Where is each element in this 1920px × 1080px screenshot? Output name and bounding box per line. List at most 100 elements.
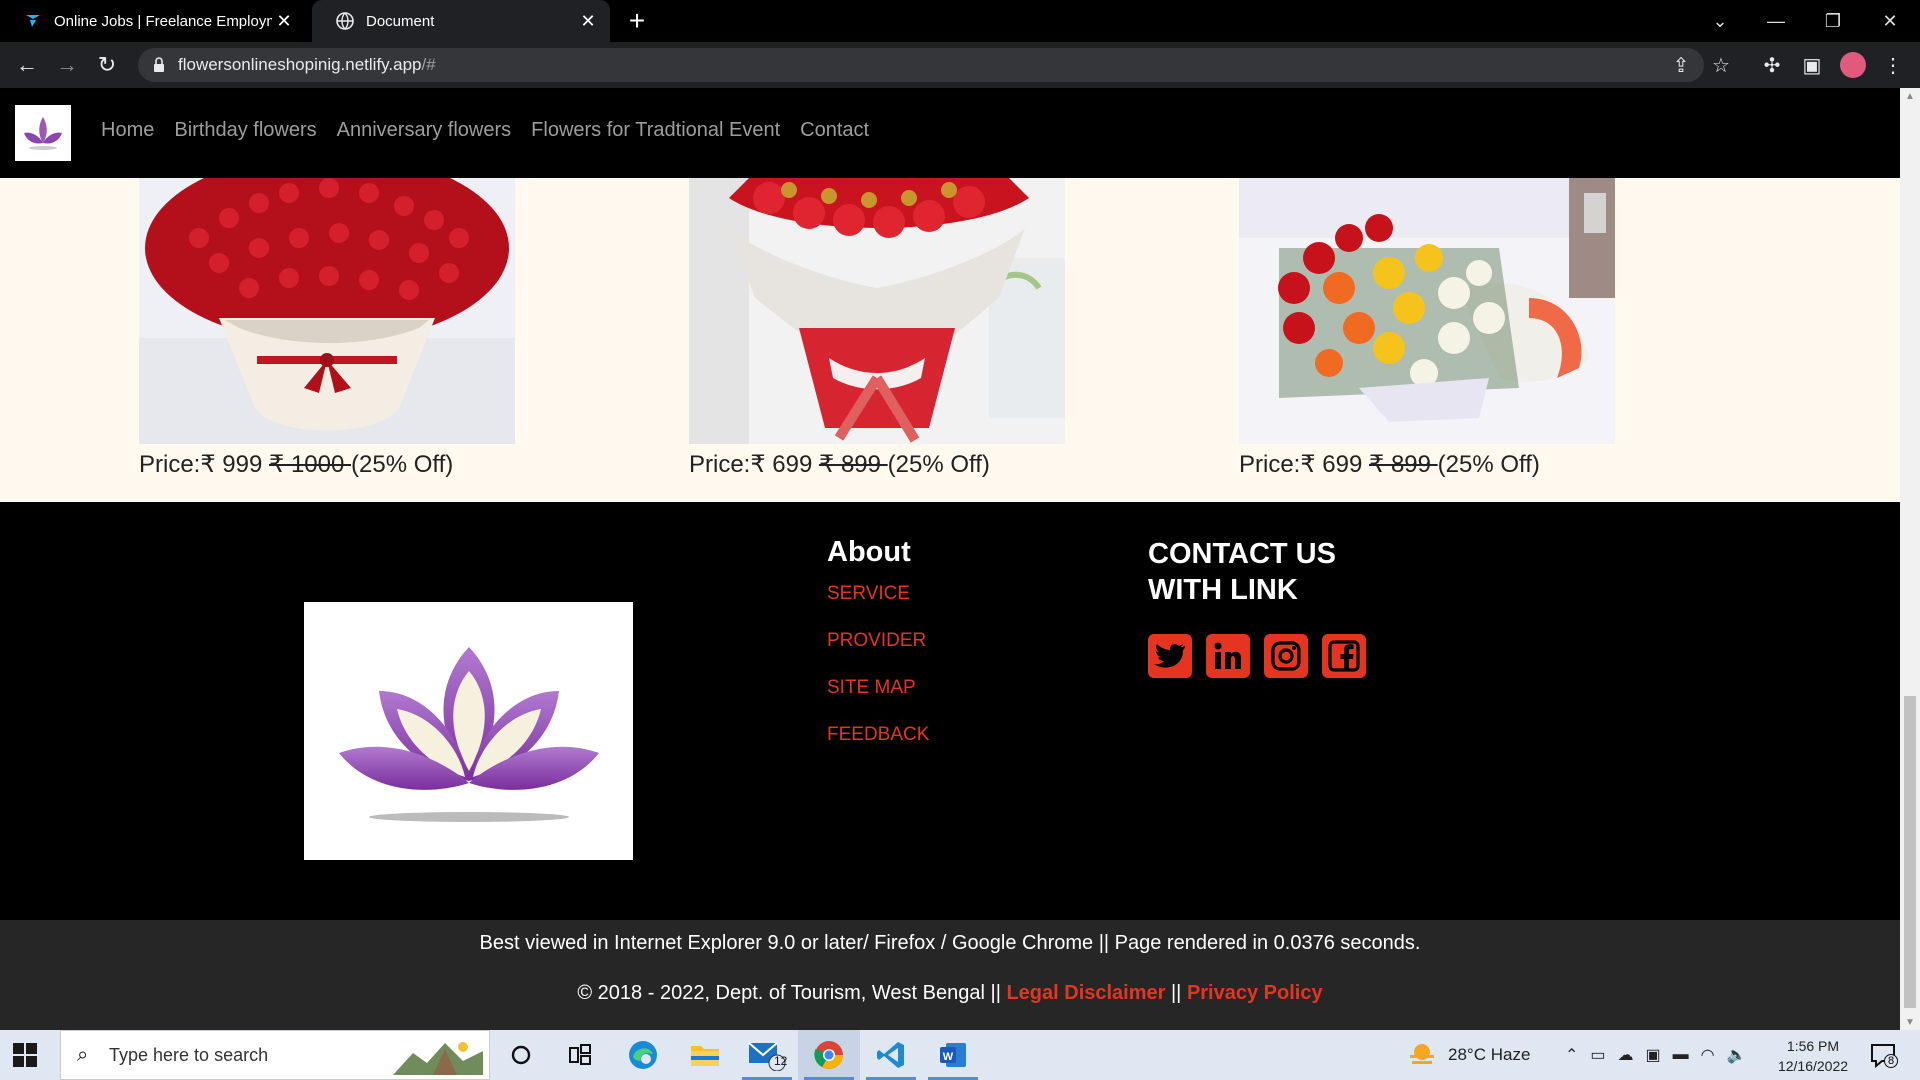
windows-taskbar: ⌕ Type here to search 12 W 28°C Haze ⌃ ▭… bbox=[0, 1030, 1920, 1080]
windows-start-icon[interactable] bbox=[12, 1042, 38, 1068]
product-price: Price:₹ 699 ₹ 899 (25% Off) bbox=[1239, 451, 1540, 478]
edge-browser-icon[interactable] bbox=[612, 1030, 674, 1080]
freelancer-favicon-icon bbox=[24, 12, 42, 30]
extensions-puzzle-icon[interactable]: ✣ bbox=[1757, 50, 1787, 80]
url-text: flowersonlineshopinig.netlify.app/# bbox=[178, 55, 436, 74]
task-view-icon[interactable] bbox=[549, 1030, 611, 1080]
close-icon[interactable]: ✕ bbox=[576, 9, 600, 33]
globe-icon bbox=[336, 12, 354, 30]
footer-lotus-logo-icon bbox=[304, 602, 633, 860]
address-bar[interactable]: flowersonlineshopinig.netlify.app/# bbox=[138, 48, 1704, 82]
new-tab-plus-icon[interactable]: + bbox=[622, 5, 652, 36]
tab-online-jobs[interactable]: Online Jobs | Freelance Employm ✕ bbox=[0, 0, 306, 42]
mixed-roses-bouquet-image[interactable] bbox=[1239, 178, 1615, 444]
onedrive-cloud-icon[interactable]: ☁ bbox=[1618, 1045, 1634, 1065]
roses-chocolates-bouquet-image[interactable] bbox=[689, 178, 1065, 444]
window-close-icon[interactable]: ✕ bbox=[1862, 0, 1918, 42]
battery-icon[interactable]: ▬ bbox=[1673, 1046, 1689, 1064]
nav-home[interactable]: Home bbox=[101, 119, 154, 142]
product-list: Price:₹ 999 ₹ 1000 (25% Off) Price:₹ 699… bbox=[0, 178, 1900, 502]
instagram-icon[interactable] bbox=[1264, 634, 1308, 678]
footer-about: About SERVICE PROVIDER SITE MAP FEEDBACK bbox=[827, 536, 929, 771]
menu-kebab-icon[interactable]: ⋮ bbox=[1878, 50, 1908, 80]
wifi-icon[interactable]: ◠ bbox=[1701, 1045, 1715, 1065]
about-heading: About bbox=[827, 536, 911, 568]
site-logo-lotus-icon[interactable] bbox=[15, 105, 71, 161]
forward-arrow-icon[interactable]: → bbox=[52, 50, 82, 80]
vscode-icon[interactable] bbox=[860, 1030, 922, 1080]
file-explorer-icon[interactable] bbox=[674, 1030, 736, 1080]
clock-date: 12/16/2022 bbox=[1777, 1058, 1849, 1074]
product-card[interactable]: Price:₹ 999 ₹ 1000 (25% Off) bbox=[139, 178, 515, 479]
taskbar-search-input[interactable]: ⌕ Type here to search bbox=[60, 1030, 490, 1080]
browser-note: Best viewed in Internet Explorer 9.0 or … bbox=[479, 932, 1421, 954]
search-icon: ⌕ bbox=[77, 1044, 89, 1066]
bookmark-star-icon[interactable]: ☆ bbox=[1706, 50, 1736, 80]
reload-icon[interactable]: ↻ bbox=[92, 50, 122, 80]
mail-icon[interactable]: 12 bbox=[736, 1030, 798, 1080]
product-card[interactable]: Price:₹ 699 ₹ 899 (25% Off) bbox=[689, 178, 1065, 479]
linkedin-icon[interactable] bbox=[1206, 634, 1250, 678]
site-navbar: Home Birthday flowers Anniversary flower… bbox=[0, 88, 1900, 178]
privacy-policy-link[interactable]: Privacy Policy bbox=[1187, 982, 1323, 1004]
svg-text:W: W bbox=[943, 1051, 954, 1063]
product-card[interactable]: Price:₹ 699 ₹ 899 (25% Off) bbox=[1239, 178, 1615, 479]
browser-tab-strip: Online Jobs | Freelance Employm ✕ Docume… bbox=[0, 0, 1920, 42]
search-placeholder: Type here to search bbox=[109, 1045, 269, 1065]
chrome-icon[interactable] bbox=[798, 1030, 860, 1080]
cortana-circle-icon[interactable] bbox=[490, 1030, 552, 1080]
tab-search-chevron-icon[interactable]: ⌄ bbox=[1692, 0, 1748, 42]
search-highlight-image bbox=[393, 1037, 483, 1075]
scrollbar-thumb[interactable] bbox=[1904, 696, 1916, 1008]
nav-birthday-flowers[interactable]: Birthday flowers bbox=[174, 119, 316, 142]
tab-title: Document bbox=[366, 12, 435, 30]
system-tray: ⌃ ▭ ☁ ▣ ▬ ◠ 🔈 bbox=[1565, 1030, 1747, 1080]
display-icon[interactable]: ▣ bbox=[1646, 1045, 1661, 1065]
minimize-icon[interactable]: — bbox=[1748, 0, 1804, 42]
twitter-icon[interactable] bbox=[1148, 634, 1192, 678]
share-icon[interactable]: ⇪ bbox=[1666, 50, 1696, 80]
footer-link-feedback[interactable]: FEEDBACK bbox=[827, 724, 929, 746]
haze-sun-icon bbox=[1410, 1044, 1434, 1064]
scroll-up-icon[interactable]: ▲ bbox=[1900, 88, 1920, 104]
page-scrollbar[interactable]: ▲ ▼ bbox=[1900, 88, 1920, 1030]
notification-count: 8 bbox=[1884, 1054, 1898, 1068]
footer-link-service[interactable]: SERVICE bbox=[827, 583, 929, 605]
copyright-line: © 2018 - 2022, Dept. of Tourism, West Be… bbox=[577, 982, 1323, 1004]
weather-text: 28°C Haze bbox=[1448, 1045, 1531, 1064]
tray-overflow-chevron-icon[interactable]: ⌃ bbox=[1565, 1045, 1578, 1065]
page-viewport: Home Birthday flowers Anniversary flower… bbox=[0, 88, 1920, 1030]
social-links bbox=[1148, 634, 1366, 678]
back-arrow-icon[interactable]: ← bbox=[12, 50, 42, 80]
taskbar-clock[interactable]: 1:56 PM 12/16/2022 bbox=[1770, 1036, 1856, 1076]
nav-anniversary-flowers[interactable]: Anniversary flowers bbox=[337, 119, 512, 142]
footer-contact: CONTACT US WITH LINK bbox=[1148, 536, 1366, 678]
product-price: Price:₹ 699 ₹ 899 (25% Off) bbox=[689, 451, 990, 478]
nav-contact[interactable]: Contact bbox=[800, 119, 869, 142]
footer-bottom-bar: Best viewed in Internet Explorer 9.0 or … bbox=[0, 920, 1900, 1030]
contact-heading: CONTACT US WITH LINK bbox=[1148, 538, 1336, 606]
volume-icon[interactable]: 🔈 bbox=[1727, 1045, 1747, 1065]
weather-widget[interactable]: 28°C Haze bbox=[1408, 1030, 1530, 1080]
tab-title: Online Jobs | Freelance Employm bbox=[54, 12, 272, 30]
site-footer: About SERVICE PROVIDER SITE MAP FEEDBACK… bbox=[0, 502, 1900, 920]
profile-avatar[interactable] bbox=[1840, 52, 1866, 78]
meet-now-icon[interactable]: ▭ bbox=[1590, 1045, 1605, 1065]
nav-links: Home Birthday flowers Anniversary flower… bbox=[101, 119, 869, 142]
restore-icon[interactable]: ❐ bbox=[1805, 0, 1861, 42]
side-panel-icon[interactable]: ▣ bbox=[1797, 50, 1827, 80]
mail-badge: 12 bbox=[774, 1054, 788, 1068]
word-icon[interactable]: W bbox=[922, 1030, 984, 1080]
footer-link-provider[interactable]: PROVIDER bbox=[827, 630, 929, 652]
close-icon[interactable]: ✕ bbox=[272, 9, 296, 33]
nav-traditional-event[interactable]: Flowers for Tradtional Event bbox=[531, 119, 780, 142]
footer-link-site-map[interactable]: SITE MAP bbox=[827, 677, 929, 699]
clock-time: 1:56 PM bbox=[1786, 1038, 1840, 1054]
facebook-icon[interactable] bbox=[1322, 634, 1366, 678]
scroll-down-icon[interactable]: ▼ bbox=[1900, 1014, 1920, 1030]
tab-document[interactable]: Document ✕ bbox=[312, 0, 610, 42]
notification-center-icon[interactable]: 8 bbox=[1870, 1042, 1898, 1069]
legal-disclaimer-link[interactable]: Legal Disclaimer bbox=[1006, 982, 1165, 1004]
browser-toolbar: ← → ↻ flowersonlineshopinig.netlify.app/… bbox=[0, 42, 1920, 88]
red-roses-bouquet-image[interactable] bbox=[139, 178, 515, 444]
